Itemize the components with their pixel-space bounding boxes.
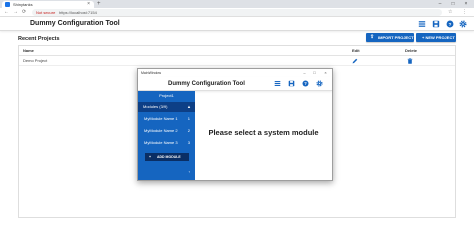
new-tab-button[interactable]: + — [97, 0, 101, 8]
new-project-label: + NEW PROJECT — [422, 35, 455, 40]
module-number: 2 — [187, 128, 190, 133]
modules-header-label: Modules (3/9) — [143, 104, 168, 109]
module-number: 1 — [187, 116, 190, 121]
add-module-button[interactable]: + ADD MODULE — [145, 153, 189, 161]
table-row[interactable]: Demo Project — [19, 56, 455, 66]
window-app-title: Dummy Configuration Tool — [168, 81, 245, 87]
window-minimize-button[interactable]: – — [300, 69, 309, 77]
settings-gear-icon[interactable] — [316, 80, 323, 87]
favicon-icon — [5, 2, 10, 7]
app-title: Dummy Configuration Tool — [30, 20, 120, 27]
window-app-bar: Dummy Configuration Tool ? — [138, 77, 332, 91]
collapse-sidebar-icon[interactable]: ‹ — [189, 168, 190, 176]
minimize-window-button[interactable]: – — [434, 0, 446, 8]
browser-window: Shinytanks × + – □ × ← → ⟳ Not secure ht… — [0, 0, 474, 251]
module-label: MyModule Name 1 — [144, 116, 178, 121]
add-module-label: ADD MODULE — [157, 155, 181, 159]
save-icon[interactable] — [432, 20, 440, 28]
help-icon[interactable]: ? — [302, 80, 309, 87]
chevron-up-icon[interactable]: ▲ — [187, 102, 191, 112]
module-label: MyModule Name 2 — [144, 128, 178, 133]
new-project-button[interactable]: + NEW PROJECT — [416, 33, 456, 42]
modules-header[interactable]: Modules (3/9) ▲ — [138, 102, 195, 112]
empty-state-message: Please select a system module — [208, 128, 319, 137]
module-item[interactable]: MyModule Name 1 1 — [138, 114, 195, 124]
window-title: MainWindow — [141, 71, 162, 75]
project-label[interactable]: Project1 — [138, 91, 195, 101]
svg-text:?: ? — [304, 81, 307, 86]
module-label: MyModule Name 3 — [144, 140, 178, 145]
reload-button[interactable]: ⟳ — [22, 8, 26, 17]
module-number: 3 — [187, 140, 190, 145]
url-text[interactable]: https://localhost:7154 — [59, 9, 97, 16]
page-title: Recent Projects — [18, 36, 60, 42]
settings-gear-icon[interactable] — [459, 20, 467, 28]
module-item[interactable]: MyModule Name 2 2 — [138, 126, 195, 136]
import-project-button[interactable]: ⇪ IMPORT PROJECT — [366, 33, 414, 42]
delete-trash-icon[interactable] — [407, 58, 413, 64]
forward-button[interactable]: → — [13, 8, 18, 17]
url-bar[interactable]: Not secure https://localhost:7154 — [32, 9, 442, 16]
help-icon[interactable]: ? — [446, 20, 454, 28]
svg-text:?: ? — [449, 22, 452, 28]
column-header-delete: Delete — [405, 48, 418, 53]
plus-icon: + — [149, 155, 152, 159]
import-icon: ⇪ — [370, 34, 375, 40]
module-sidebar: Project1 Modules (3/9) ▲ MyModule Name 1… — [138, 91, 195, 180]
address-bar: ← → ⟳ Not secure https://localhost:7154 … — [0, 8, 474, 17]
window-titlebar[interactable]: MainWindow – □ × — [138, 69, 332, 77]
main-window-dialog: MainWindow – □ × Dummy Configuration Too… — [137, 68, 333, 181]
back-button[interactable]: ← — [4, 8, 9, 17]
list-icon[interactable] — [418, 20, 426, 28]
app-bar: Dummy Configuration Tool ? — [0, 17, 474, 31]
column-header-name: Name — [23, 48, 34, 53]
list-icon[interactable] — [274, 80, 281, 87]
browser-menu-icon[interactable]: ⋮ — [462, 8, 467, 17]
module-item[interactable]: MyModule Name 3 3 — [138, 138, 195, 148]
project-name-cell[interactable]: Demo Project — [23, 56, 47, 66]
tab-strip: Shinytanks × + – □ × — [0, 0, 474, 8]
window-close-button[interactable]: × — [321, 69, 330, 77]
column-header-edit: Edit — [352, 48, 360, 53]
table-header: Name Edit Delete — [19, 46, 455, 56]
save-icon[interactable] — [288, 80, 295, 87]
browser-tab[interactable]: Shinytanks × — [2, 1, 94, 8]
not-secure-label[interactable]: Not secure — [36, 9, 55, 16]
tab-close-icon[interactable]: × — [87, 1, 90, 8]
close-window-button[interactable]: × — [460, 0, 472, 8]
maximize-window-button[interactable]: □ — [447, 0, 459, 8]
edit-pencil-icon[interactable] — [352, 58, 358, 64]
import-project-label: IMPORT PROJECT — [378, 35, 414, 40]
bookmark-star-icon[interactable]: ☆ — [448, 8, 452, 17]
tab-title: Shinytanks — [13, 2, 33, 7]
window-maximize-button[interactable]: □ — [310, 69, 319, 77]
